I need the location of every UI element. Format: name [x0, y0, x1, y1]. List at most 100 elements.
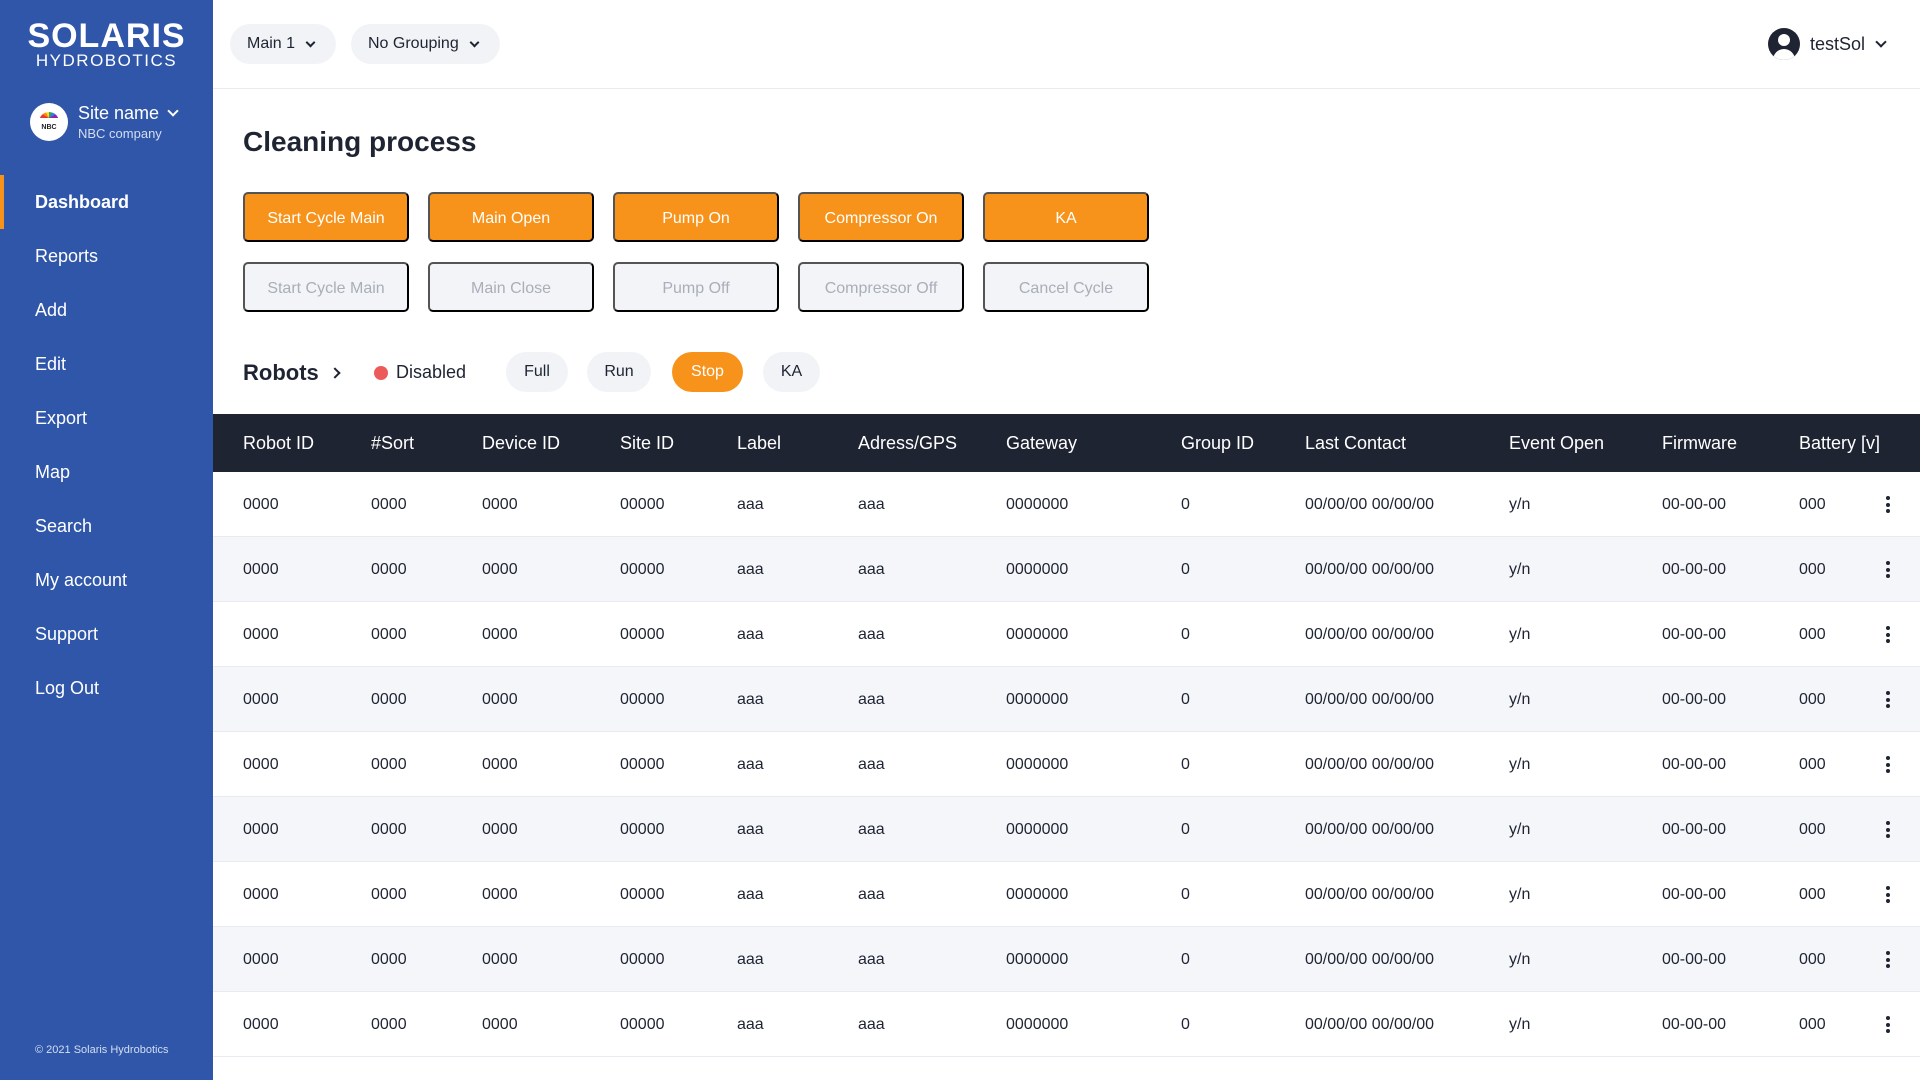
table-cell: 0000	[371, 691, 407, 708]
nav-item-edit[interactable]: Edit	[0, 337, 213, 391]
column-header[interactable]: Site ID	[620, 414, 674, 472]
column-header[interactable]: Label	[737, 414, 781, 472]
table-cell: 0000000	[1006, 561, 1069, 578]
table-cell: 0000	[243, 561, 279, 578]
table-cell: 0	[1181, 691, 1190, 708]
table-cell: 00000	[620, 821, 665, 838]
table-cell: 00-00-00	[1662, 951, 1727, 968]
chevron-down-icon	[469, 37, 480, 47]
start-cycle-main-button[interactable]: Start Cycle Main	[243, 192, 409, 242]
table-header: Robot ID #Sort Device ID Site ID Label Adress…	[213, 414, 1920, 472]
nav-item-dashboard[interactable]: Dashboard	[0, 175, 213, 229]
table-cell: 000	[1799, 561, 1826, 578]
table-cell: 00000	[620, 691, 665, 708]
table-cell: 0000	[482, 561, 518, 578]
nav-item-add[interactable]: Add	[0, 283, 213, 337]
table-cell: aaa	[858, 821, 885, 838]
robots-table: Robot ID #Sort Device ID Site ID Label Adress…	[213, 414, 1920, 1057]
filter-run[interactable]: Run	[587, 352, 651, 392]
table-row[interactable]: 0000 0000 0000 00000 aaa aaa 0000000 0 00/00/00 …	[213, 992, 1920, 1057]
site-selector[interactable]: NBC Site name NBC company	[30, 103, 179, 141]
more-options-icon[interactable]	[1886, 821, 1890, 838]
table-cell: 0000	[371, 626, 407, 643]
column-header[interactable]: Group ID	[1181, 414, 1254, 472]
table-row[interactable]: 0000 0000 0000 00000 aaa aaa 0000000 0 00/00/00 …	[213, 667, 1920, 732]
table-cell: 0000	[243, 496, 279, 513]
table-row[interactable]: 0000 0000 0000 00000 aaa aaa 0000000 0 00/00/00 …	[213, 537, 1920, 602]
sidebar: SOLARIS HYDROBOTICS NBC Site name NBC co…	[0, 0, 213, 1080]
column-header[interactable]: Gateway	[1006, 414, 1077, 472]
compressor-off-button[interactable]: Compressor Off	[798, 262, 964, 312]
more-options-icon[interactable]	[1886, 496, 1890, 513]
table-cell: 0	[1181, 626, 1190, 643]
table-row[interactable]: 0000 0000 0000 00000 aaa aaa 0000000 0 00/00/00 …	[213, 797, 1920, 862]
main-select[interactable]: Main 1	[230, 24, 337, 64]
table-cell: 00000	[620, 756, 665, 773]
table-body: 0000 0000 0000 00000 aaa aaa 0000000 0 00/00/00 …	[213, 472, 1920, 1057]
more-options-icon[interactable]	[1886, 561, 1890, 578]
nav-item-reports[interactable]: Reports	[0, 229, 213, 283]
nav-item-search[interactable]: Search	[0, 499, 213, 553]
table-cell: 000	[1799, 821, 1826, 838]
column-header[interactable]: Device ID	[482, 414, 560, 472]
main-close-button[interactable]: Main Close	[428, 262, 594, 312]
nav-item-my-account[interactable]: My account	[0, 553, 213, 607]
table-cell: aaa	[858, 691, 885, 708]
table-cell: 00-00-00	[1662, 626, 1727, 643]
column-header[interactable]: Adress/GPS	[858, 414, 957, 472]
column-header[interactable]: Event Open	[1509, 414, 1604, 472]
peacock-icon	[39, 112, 59, 124]
user-menu[interactable]: testSol	[1767, 28, 1887, 60]
robots-title: Robots	[243, 360, 319, 385]
table-cell: 00/00/00 00/00/00	[1305, 1016, 1435, 1033]
more-options-icon[interactable]	[1886, 886, 1890, 903]
column-header[interactable]: Robot ID	[243, 414, 314, 472]
table-row[interactable]: 0000 0000 0000 00000 aaa aaa 0000000 0 00/00/00 …	[213, 927, 1920, 992]
filter-ka[interactable]: KA	[763, 352, 820, 392]
compressor-on-button[interactable]: Compressor On	[798, 192, 964, 242]
robots-link[interactable]: Robots	[243, 360, 341, 386]
table-row[interactable]: 0000 0000 0000 00000 aaa aaa 0000000 0 00/00/00 …	[213, 472, 1920, 537]
table-cell: 0000000	[1006, 1016, 1069, 1033]
grouping-select[interactable]: No Grouping	[351, 24, 500, 64]
table-cell: 00/00/00 00/00/00	[1305, 691, 1435, 708]
table-cell: 0	[1181, 951, 1190, 968]
table-cell: aaa	[858, 496, 885, 513]
main-open-button[interactable]: Main Open	[428, 192, 594, 242]
column-header[interactable]: Last Contact	[1305, 414, 1406, 472]
pump-off-button[interactable]: Pump Off	[613, 262, 779, 312]
table-cell: 000	[1799, 691, 1826, 708]
cancel-cycle-button[interactable]: Cancel Cycle	[983, 262, 1149, 312]
nav-item-map[interactable]: Map	[0, 445, 213, 499]
ka-button[interactable]: KA	[983, 192, 1149, 242]
more-options-icon[interactable]	[1886, 691, 1890, 708]
start-cycle-main-disabled-button[interactable]: Start Cycle Main	[243, 262, 409, 312]
table-cell: 00/00/00 00/00/00	[1305, 886, 1435, 903]
table-cell: 0000	[243, 691, 279, 708]
nav-item-support[interactable]: Support	[0, 607, 213, 661]
table-cell: 00000	[620, 561, 665, 578]
table-cell: 00-00-00	[1662, 821, 1727, 838]
more-options-icon[interactable]	[1886, 1016, 1890, 1033]
status-dot-icon	[374, 365, 388, 380]
chevron-down-icon	[1875, 35, 1887, 48]
table-row[interactable]: 0000 0000 0000 00000 aaa aaa 0000000 0 00/00/00 …	[213, 862, 1920, 927]
table-row[interactable]: 0000 0000 0000 00000 aaa aaa 0000000 0 00/00/00 …	[213, 602, 1920, 667]
table-row[interactable]: 0000 0000 0000 00000 aaa aaa 0000000 0 00/00/00 …	[213, 732, 1920, 797]
table-cell: aaa	[858, 886, 885, 903]
nav-item-export[interactable]: Export	[0, 391, 213, 445]
brand-logo[interactable]: SOLARIS HYDROBOTICS	[0, 18, 213, 70]
table-cell: 000	[1799, 756, 1826, 773]
more-options-icon[interactable]	[1886, 756, 1890, 773]
filter-full[interactable]: Full	[506, 352, 568, 392]
nav-item-log-out[interactable]: Log Out	[0, 661, 213, 715]
more-options-icon[interactable]	[1886, 626, 1890, 643]
column-header[interactable]: Battery [v]	[1799, 414, 1880, 472]
pump-on-button[interactable]: Pump On	[613, 192, 779, 242]
more-options-icon[interactable]	[1886, 951, 1890, 968]
table-cell: aaa	[737, 886, 764, 903]
column-header[interactable]: Firmware	[1662, 414, 1737, 472]
column-header[interactable]: #Sort	[371, 414, 414, 472]
table-cell: 0000000	[1006, 821, 1069, 838]
filter-stop[interactable]: Stop	[672, 352, 743, 392]
